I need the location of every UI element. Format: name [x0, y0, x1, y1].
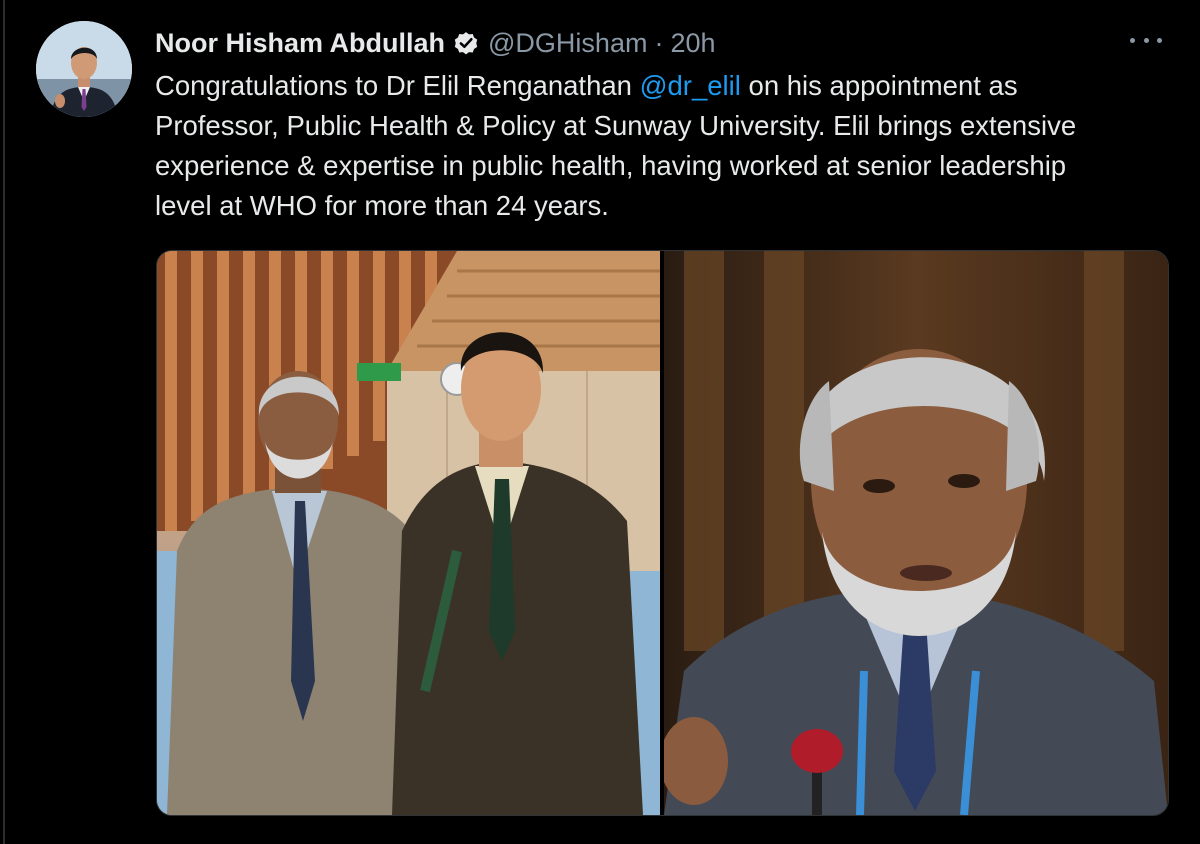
tweet-text-segment: on his appointment as [740, 70, 1018, 101]
tweet-text: Congratulations to Dr Elil Renganathan @… [155, 66, 1165, 226]
avatar[interactable] [36, 21, 132, 117]
timeline-border [3, 0, 5, 844]
media-photo-2[interactable] [664, 251, 1168, 815]
author-handle[interactable]: @DGHisham [488, 28, 647, 59]
separator-dot: · [654, 27, 664, 58]
tweet-text-segment: Congratulations to Dr Elil Renganathan [155, 70, 640, 101]
media-photo-1[interactable] [157, 251, 660, 815]
more-options-icon[interactable] [1130, 30, 1162, 50]
mention-link[interactable]: @dr_elil [640, 70, 741, 101]
tweet-text-line-4: level at WHO for more than 24 years. [155, 190, 609, 221]
tweet-text-line-1: Congratulations to Dr Elil Renganathan @… [155, 66, 1165, 106]
timestamp[interactable]: 20h [670, 28, 715, 59]
media-grid [156, 250, 1169, 816]
author-name[interactable]: Noor Hisham Abdullah [155, 28, 445, 59]
tweet-text-line-3: experience & expertise in public health,… [155, 150, 1067, 181]
tweet-text-line-2: Professor, Public Health & Policy at Sun… [155, 110, 1077, 141]
verified-badge-icon [452, 29, 480, 57]
tweet-header: Noor Hisham Abdullah @DGHisham · 20h [155, 24, 716, 62]
avatar-photo [36, 21, 132, 117]
tweet[interactable]: Noor Hisham Abdullah @DGHisham · 20h Con… [0, 0, 1200, 844]
